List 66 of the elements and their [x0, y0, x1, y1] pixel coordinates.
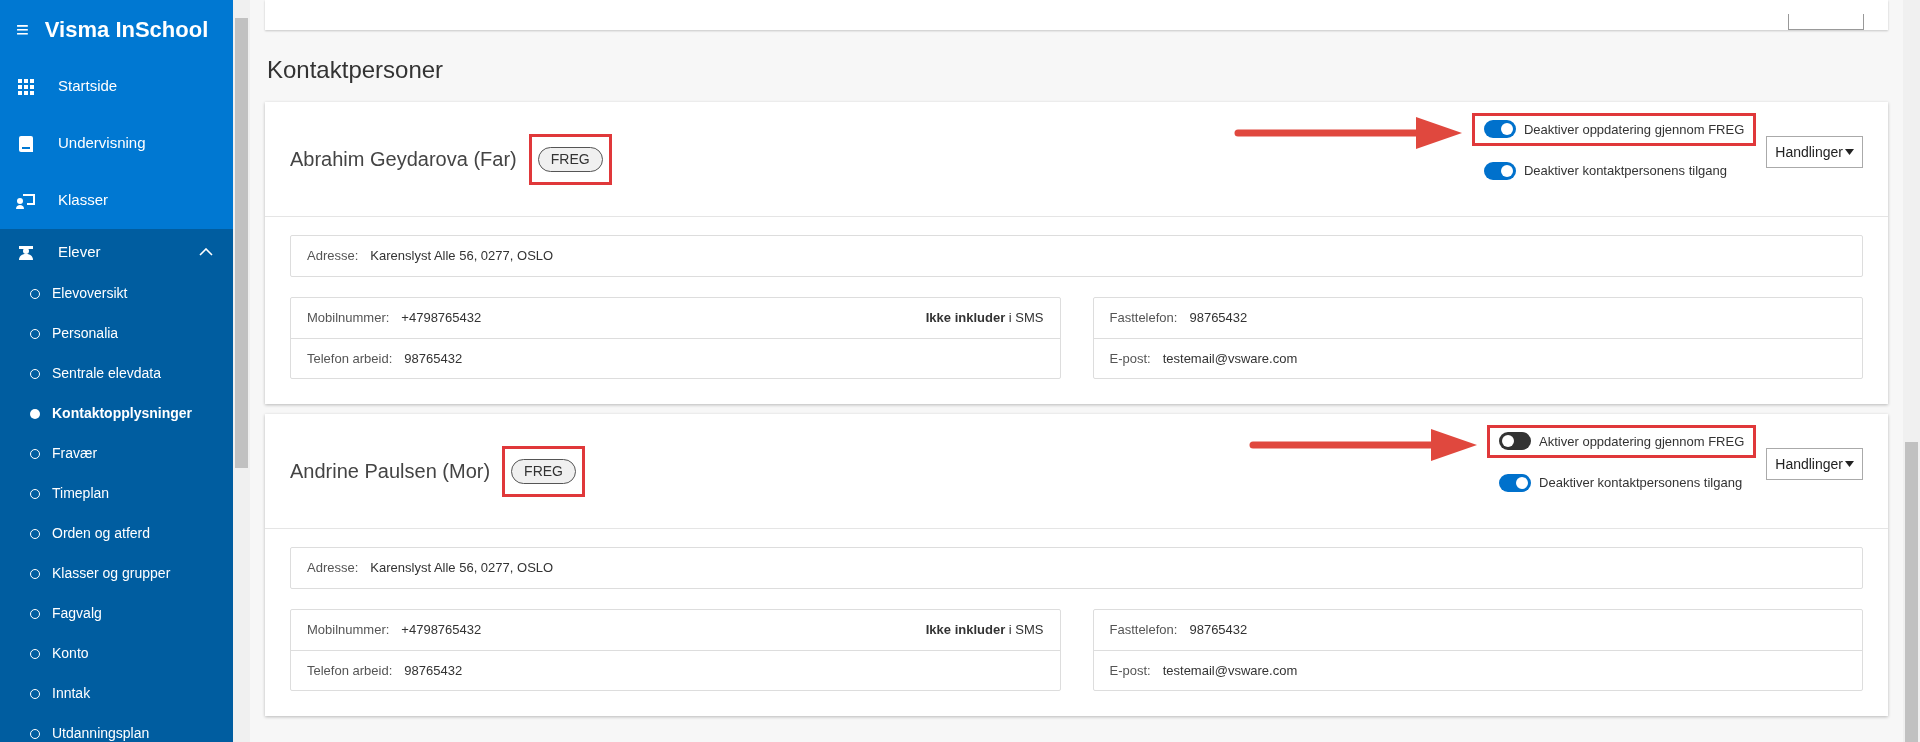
field-label: E-post:: [1109, 349, 1151, 368]
nav-subitem[interactable]: Inntak: [52, 683, 91, 704]
nav-subitem[interactable]: Fagvalg: [52, 603, 102, 624]
field-value: 98765432: [404, 661, 464, 680]
nav-subitem[interactable]: Kontaktopplysninger: [52, 403, 192, 424]
field-value: 98765432: [1189, 309, 1249, 328]
student-icon: [18, 244, 34, 261]
sms-note: Ikke inkluder i SMS: [925, 621, 1044, 640]
page-scrollbar[interactable]: [1903, 0, 1920, 742]
nav-subitem[interactable]: Personalia: [52, 323, 119, 344]
nav-subitem[interactable]: Elevoversikt: [52, 283, 128, 304]
toggle-label: Deaktiver kontaktpersonens tilgang: [1523, 162, 1727, 180]
freg-badge: FREG: [511, 458, 576, 484]
field-label: Mobilnummer:: [307, 309, 390, 328]
nav-subitem[interactable]: Konto: [52, 643, 89, 664]
nav-item[interactable]: Undervisning: [58, 132, 217, 155]
nav-item[interactable]: Elever: [58, 241, 177, 264]
field-value: testemail@vsware.com: [1162, 349, 1299, 368]
scrollbar-thumb[interactable]: [1905, 442, 1918, 742]
field-value: Karenslyst Alle 56, 0277, OSLO: [370, 247, 555, 266]
toggle-switch[interactable]: [1499, 473, 1532, 492]
actions-dropdown[interactable]: Handlinger: [1766, 136, 1863, 168]
contact-name: Andrine Paulsen (Mor): [290, 459, 491, 484]
actions-dropdown[interactable]: Handlinger: [1766, 448, 1863, 480]
nav-subitem[interactable]: Fravær: [52, 443, 98, 464]
field-label: Adresse:: [307, 247, 359, 266]
nav-subitem[interactable]: Orden og atferd: [52, 523, 151, 544]
field-value: +4798765432: [401, 621, 483, 640]
field-label: Telefon arbeid:: [307, 349, 393, 368]
field-value: testemail@vsware.com: [1162, 661, 1299, 680]
edit-button[interactable]: [1788, 14, 1864, 30]
sms-note: Ikke inkluder i SMS: [925, 309, 1044, 328]
caret-icon: [1845, 461, 1854, 467]
app-title: Visma InSchool: [44, 15, 209, 44]
caret-icon: [1845, 149, 1854, 155]
toggle-label: Deaktiver oppdatering gjennom FREG: [1523, 120, 1745, 139]
field-value: 98765432: [1189, 621, 1249, 640]
section-title: Kontaktpersoner: [266, 55, 445, 85]
toggle-switch[interactable]: [1483, 120, 1516, 139]
field-label: Fasttelefon:: [1109, 621, 1178, 640]
field-label: Fasttelefon:: [1109, 309, 1178, 328]
presentation-icon: [16, 192, 36, 209]
field-label: E-post:: [1109, 661, 1151, 680]
nav-item[interactable]: Startside: [58, 75, 217, 98]
field-label: Adresse:: [307, 559, 359, 578]
nav-subitem[interactable]: Timeplan: [52, 483, 110, 504]
field-label: Mobilnummer:: [307, 621, 390, 640]
book-icon: [19, 135, 33, 152]
field-value: +4798765432: [401, 309, 483, 328]
nav-subitem[interactable]: Klasser og grupper: [52, 563, 171, 584]
toggle-label: Deaktiver kontaktpersonens tilgang: [1539, 474, 1743, 492]
toggle-label: Aktiver oppdatering gjennom FREG: [1539, 432, 1745, 451]
grid-icon: [18, 78, 34, 95]
contact-name: Abrahim Geydarova (Far): [290, 147, 517, 172]
field-label: Telefon arbeid:: [307, 661, 393, 680]
menu-icon[interactable]: ≡: [16, 12, 29, 46]
freg-badge: FREG: [537, 146, 603, 172]
toggle-switch[interactable]: [1499, 432, 1532, 451]
toggle-switch[interactable]: [1483, 161, 1516, 180]
chevron-up-icon[interactable]: [199, 248, 213, 257]
nav-item[interactable]: Klasser: [58, 189, 217, 212]
scrollbar-thumb[interactable]: [235, 18, 248, 468]
field-value: Karenslyst Alle 56, 0277, OSLO: [370, 559, 555, 578]
nav-subitem[interactable]: Sentrale elevdata: [52, 363, 161, 384]
field-value: 98765432: [404, 349, 464, 368]
nav-subitem[interactable]: Utdanningsplan: [52, 723, 150, 742]
